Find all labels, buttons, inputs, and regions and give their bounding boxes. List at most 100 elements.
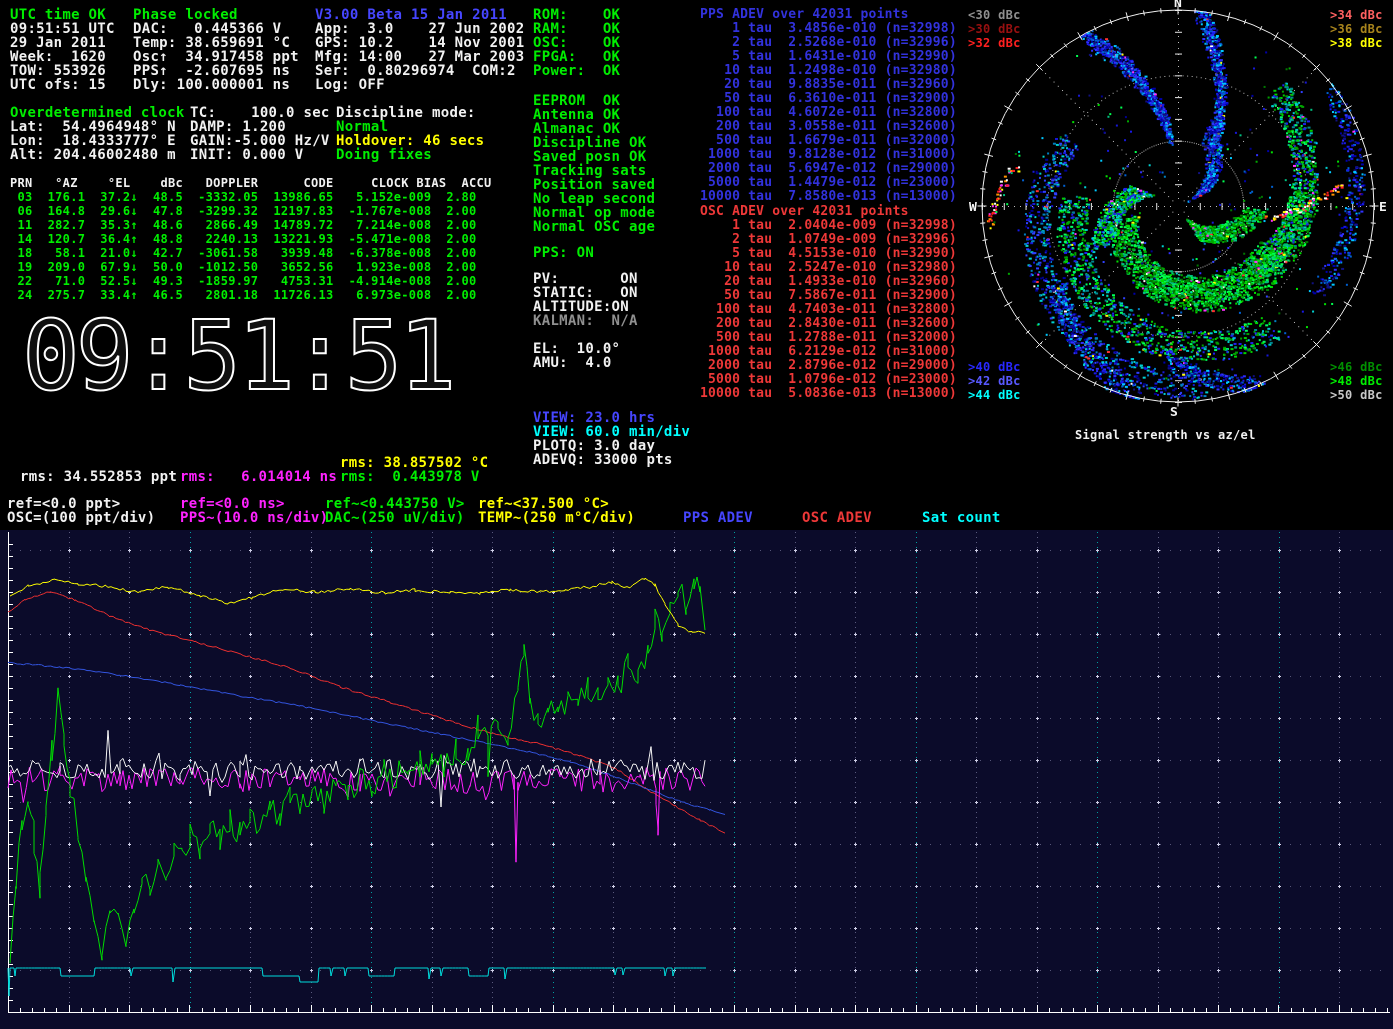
strip-chart-plot — [0, 530, 1393, 1029]
text-line: 1 tau 2.0404e-009 (n=32998) — [700, 219, 957, 233]
text-line: PLOTQ: 3.0 day — [533, 439, 690, 453]
text-line: Holdover: 46 secs — [336, 134, 484, 148]
text-line: 19 209.0 67.9↓ 50.0 -1012.50 3652.56 1.9… — [10, 260, 477, 274]
text-line: 09:51:51 UTC — [10, 22, 115, 36]
text-line: 50 tau 6.3610e-011 (n=32900) — [700, 92, 957, 106]
text-line: TC: 100.0 sec — [190, 106, 330, 120]
text-line: 5 tau 4.5153e-010 (n=32990) — [700, 247, 957, 261]
utc-status-block: UTC time OK09:51:51 UTC29 Jan 2011Week: … — [10, 8, 115, 92]
text-line: Normal OSC age — [533, 220, 655, 234]
text-line: ALTITUDE:ON — [533, 300, 638, 314]
text-line: OSC ADEV over 42031 points — [700, 205, 957, 219]
text-line: 29 Jan 2011 — [10, 36, 115, 50]
text-line: Log: OFF — [315, 78, 525, 92]
text-line: Doing fixes — [336, 148, 484, 162]
text-line: FPGA: OK — [533, 50, 620, 64]
text-line: Saved posn OK — [533, 150, 655, 164]
text-line: AMU: 4.0 — [533, 356, 620, 370]
text-line: VIEW: 60.0 min/div — [533, 425, 690, 439]
text-line: 200 tau 2.8430e-011 (n=32600) — [700, 317, 957, 331]
text-line: 100 tau 4.7403e-011 (n=32800) — [700, 303, 957, 317]
lady-heather-screen: UTC time OK09:51:51 UTC29 Jan 2011Week: … — [0, 0, 1393, 1029]
text-line: Alt: 204.46002480 m — [10, 148, 185, 162]
az-el-signal-map — [958, 0, 1393, 450]
text-line: 22 71.0 52.5↓ 49.3 -1859.97 4753.31 -4.9… — [10, 274, 477, 288]
text-line: 10000 tau 7.8580e-013 (n=13000) — [700, 190, 957, 204]
osc-adev-table: OSC ADEV over 42031 points 1 tau 2.0404e… — [700, 205, 957, 401]
discipline-mode-block: Discipline mode:NormalHoldover: 46 secsD… — [336, 106, 484, 162]
text-line: 10000 tau 5.0836e-013 (n=13000) — [700, 387, 957, 401]
text-line: 5 tau 1.6431e-010 (n=32990) — [700, 50, 957, 64]
text-line: EL: 10.0° — [533, 342, 620, 356]
dac-scale-label: DAC~(250 uV/div) — [325, 511, 465, 525]
text-line: GPS: 10.2 14 Nov 2001 — [315, 36, 525, 50]
text-line: Almanac OK — [533, 122, 655, 136]
text-line: 2000 tau 2.8796e-012 (n=29000) — [700, 359, 957, 373]
text-line: 2 tau 2.5268e-010 (n=32996) — [700, 36, 957, 50]
text-line: 14 120.7 36.4↑ 48.8 2240.13 13221.93 -5.… — [10, 232, 477, 246]
text-line: Dly: 100.000001 ns — [133, 78, 299, 92]
pps-adev-table: PPS ADEV over 42031 points 1 tau 3.4856e… — [700, 8, 957, 204]
pps-rms-readout: rms: 6.014014 ns — [180, 470, 337, 484]
pps-ref-label: ref=<0.0 ns> — [180, 497, 285, 511]
dac-rms-readout: rms: 0.443978 V — [340, 470, 480, 484]
pps-scale-label: PPS~(10.0 ns/div) — [180, 511, 328, 525]
temp-scale-label: TEMP~(250 m°C/div) — [478, 511, 635, 525]
text-line: GAIN:-5.000 Hz/V — [190, 134, 330, 148]
text-line: 10 tau 2.5247e-010 (n=32980) — [700, 261, 957, 275]
temp-ref-label: ref~<37.500 °C> — [478, 497, 609, 511]
version-block: V3.00 Beta 15 Jan 2011App: 3.0 27 Jun 20… — [315, 8, 525, 92]
text-line: Position saved — [533, 178, 655, 192]
text-line: 20 tau 1.4933e-010 (n=32960) — [700, 275, 957, 289]
text-line: 1000 tau 9.8128e-012 (n=31000) — [700, 148, 957, 162]
text-line: 500 tau 1.2788e-011 (n=32000) — [700, 331, 957, 345]
text-line: 1 tau 3.4856e-010 (n=32998) — [700, 22, 957, 36]
text-line: RAM: OK — [533, 22, 620, 36]
text-line: VIEW: 23.0 hrs — [533, 411, 690, 425]
osc-scale-label: OSC=(100 ppt/div) — [7, 511, 155, 525]
view-settings-block: VIEW: 23.0 hrsVIEW: 60.0 min/divPLOTQ: 3… — [533, 411, 690, 467]
text-line: Normal — [336, 120, 484, 134]
text-line: Tracking sats — [533, 164, 655, 178]
dac-ref-label: ref~<0.443750 V> — [325, 497, 465, 511]
sat-table-header: PRN °AZ °EL dBc DOPPLER CODE CLOCK BIAS … — [10, 176, 492, 190]
text-line: Osc↑ 34.917458 ppt — [133, 50, 299, 64]
text-line: Lon: 18.4333777° E — [10, 134, 185, 148]
text-line: Mfg: 14:00 27 Mar 2003 — [315, 50, 525, 64]
text-line: 2 tau 1.0749e-009 (n=32996) — [700, 233, 957, 247]
text-line: 18 58.1 21.0↓ 42.7 -3061.58 3939.48 -6.3… — [10, 246, 477, 260]
sat-count-legend: Sat count — [922, 511, 1001, 525]
text-line: 06 164.8 29.6↓ 47.8 -3299.32 12197.83 -1… — [10, 204, 477, 218]
text-line: 2000 tau 5.6947e-012 (n=29000) — [700, 162, 957, 176]
text-line: Temp: 38.659691 °C — [133, 36, 299, 50]
text-line: Discipline OK — [533, 136, 655, 150]
polar-plot-caption: Signal strength vs az/el — [1075, 428, 1256, 442]
text-line: No leap second — [533, 192, 655, 206]
text-line: ROM: OK — [533, 8, 620, 22]
text-line: OSC: OK — [533, 36, 620, 50]
text-line: 20 tau 9.8835e-011 (n=32960) — [700, 78, 957, 92]
osc-adev-legend: OSC ADEV — [802, 511, 872, 525]
pps-on-status: PPS: ON — [533, 246, 594, 260]
text-line: 50 tau 7.5867e-011 (n=32900) — [700, 289, 957, 303]
text-line: Antenna OK — [533, 108, 655, 122]
pps-adev-legend: PPS ADEV — [683, 511, 753, 525]
mask-settings-block: EL: 10.0°AMU: 4.0 — [533, 342, 620, 370]
text-line: PPS ADEV over 42031 points — [700, 8, 957, 22]
loop-params-block: TC: 100.0 secDAMP: 1.200GAIN:-5.000 Hz/V… — [190, 106, 330, 162]
text-line: V3.00 Beta 15 Jan 2011 — [315, 8, 525, 22]
text-line: UTC time OK — [10, 8, 115, 22]
oscillator-status-block: Phase lockedDAC: 0.445366 VTemp: 38.6596… — [133, 8, 299, 92]
text-line: 100 tau 4.6072e-011 (n=32800) — [700, 106, 957, 120]
text-line: PPS↑ -2.607695 ns — [133, 64, 299, 78]
text-line: INIT: 0.000 V — [190, 148, 330, 162]
text-line: 1000 tau 6.2129e-012 (n=31000) — [700, 345, 957, 359]
text-line: Discipline mode: — [336, 106, 484, 120]
text-line: DAC: 0.445366 V — [133, 22, 299, 36]
osc-ref-label: ref=<0.0 ppt> — [7, 497, 120, 511]
text-line: DAMP: 1.200 — [190, 120, 330, 134]
text-line: 10 tau 1.2498e-010 (n=32980) — [700, 64, 957, 78]
text-line: Lat: 54.4964948° N — [10, 120, 185, 134]
fix-flags-block: PV: ONSTATIC: ONALTITUDE:ONKALMAN: N/A — [533, 272, 638, 328]
text-line: EEPROM OK — [533, 94, 655, 108]
